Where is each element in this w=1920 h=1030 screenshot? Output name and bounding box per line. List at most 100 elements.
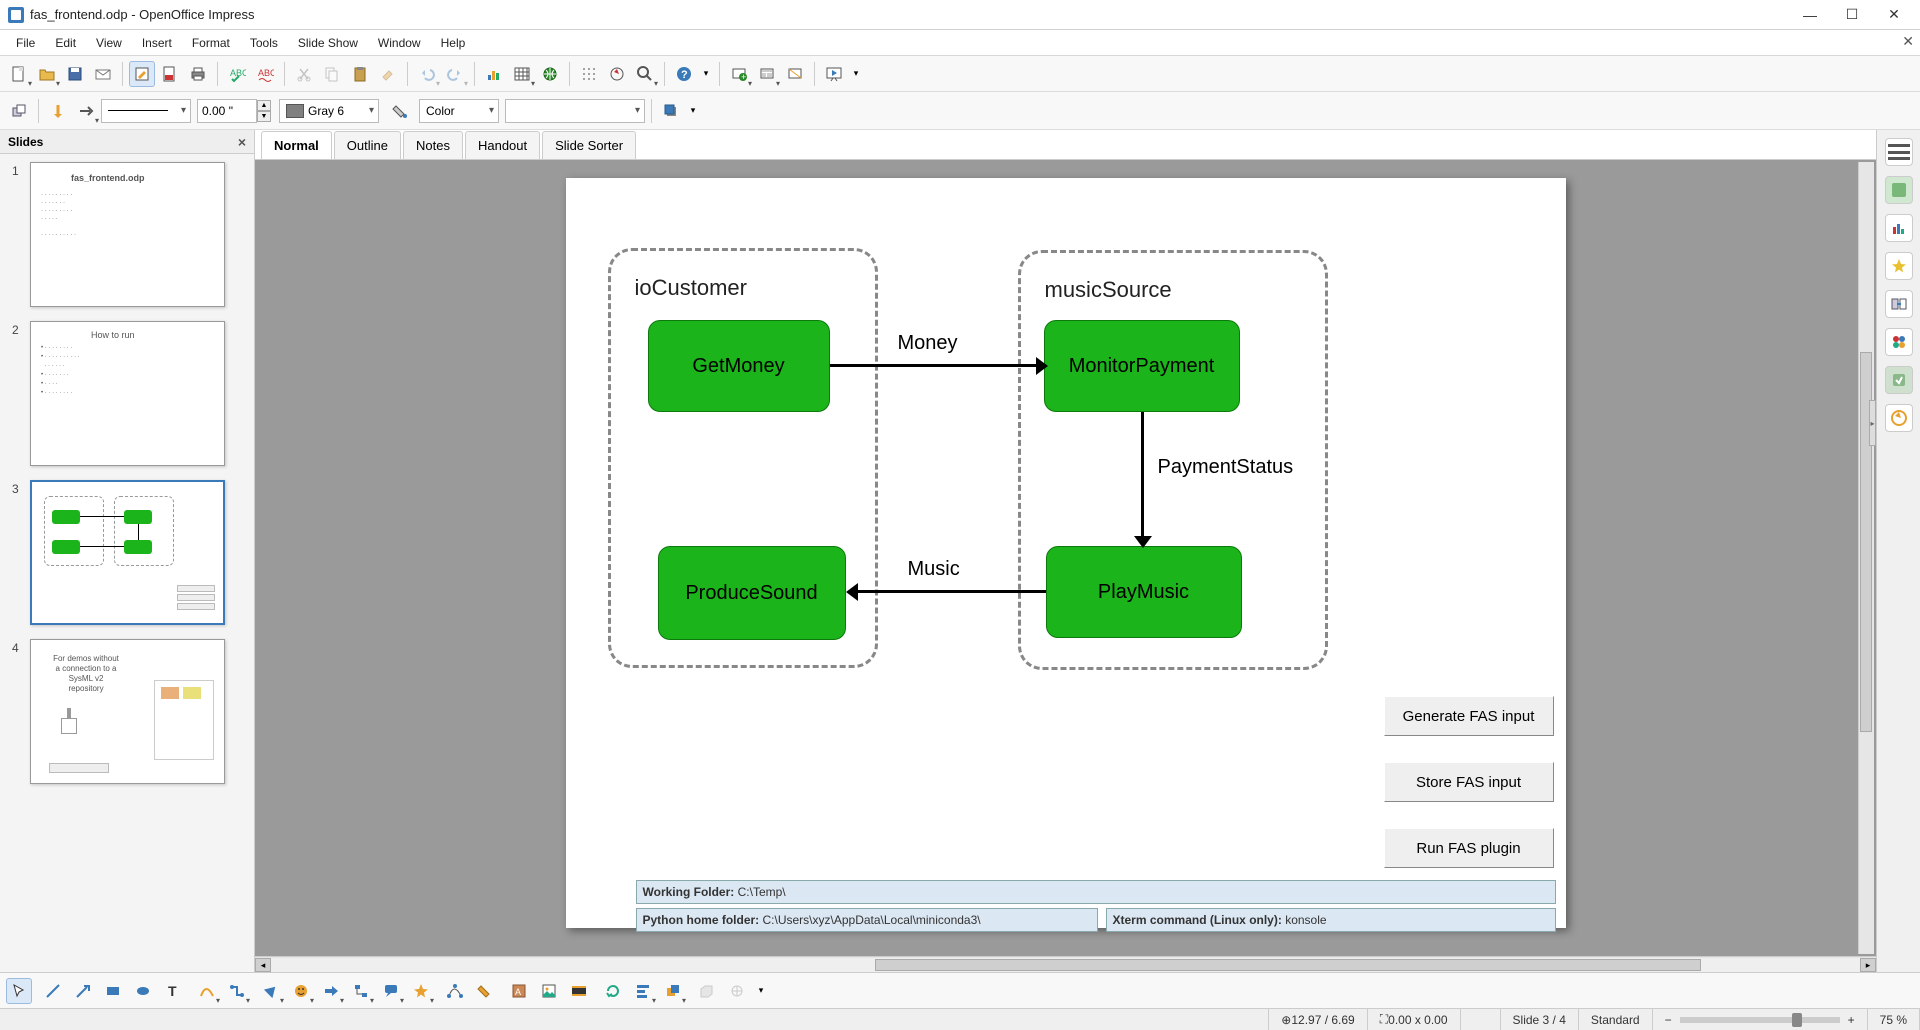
navigator-button[interactable] (604, 61, 630, 87)
email-button[interactable] (90, 61, 116, 87)
slide-thumb-1[interactable]: 1 fas_frontend.odp · · · · · · · · ·· · … (12, 162, 242, 307)
chart-button[interactable] (481, 61, 507, 87)
arrange-button[interactable] (6, 98, 32, 124)
toolbar-overflow[interactable]: ▾ (699, 61, 713, 87)
slide-design-button[interactable] (782, 61, 808, 87)
functions-button[interactable] (1885, 366, 1913, 394)
rotate-tool[interactable] (600, 978, 626, 1004)
close-slides-panel-icon[interactable]: × (238, 134, 246, 150)
slide-thumb-3[interactable]: 3 (12, 480, 242, 625)
line-style-select[interactable] (101, 99, 191, 123)
block-arrows-tool[interactable]: ▾ (318, 978, 344, 1004)
zoom-value[interactable]: 75 % (1867, 1009, 1920, 1030)
grid-button[interactable] (576, 61, 602, 87)
connector-tool[interactable]: ▾ (224, 978, 250, 1004)
print-button[interactable] (185, 61, 211, 87)
symbol-shapes-tool[interactable]: ▾ (288, 978, 314, 1004)
redo-button[interactable]: ▾ (442, 61, 468, 87)
media-tool[interactable] (566, 978, 592, 1004)
menu-view[interactable]: View (86, 32, 132, 54)
tab-notes[interactable]: Notes (403, 131, 463, 159)
copy-button[interactable] (319, 61, 345, 87)
collapse-tasks-handle[interactable]: ▸ (1869, 400, 1876, 446)
scroll-right-button[interactable]: ▸ (1860, 958, 1876, 972)
select-tool[interactable] (6, 978, 32, 1004)
format-paintbrush-button[interactable] (375, 61, 401, 87)
toolbar2-overflow[interactable]: ▾ (686, 98, 700, 124)
menu-format[interactable]: Format (182, 32, 240, 54)
arrange-tool[interactable]: ▾ (660, 978, 686, 1004)
table-button[interactable]: ▾ (509, 61, 535, 87)
edge-money[interactable] (830, 364, 1044, 367)
run-fas-button[interactable]: Run FAS plugin (1384, 828, 1554, 868)
master-pages-button[interactable] (1885, 214, 1913, 242)
fill-color-select[interactable] (505, 99, 645, 123)
arrow-tool[interactable] (70, 978, 96, 1004)
tab-normal[interactable]: Normal (261, 131, 332, 159)
extrusion-tool[interactable] (694, 978, 720, 1004)
minimize-button[interactable]: — (1798, 3, 1822, 27)
shadow-button[interactable] (658, 98, 684, 124)
close-document-icon[interactable]: ✕ (1902, 33, 1914, 50)
slide-thumb-4[interactable]: 4 For demos without a connection to a Sy… (12, 639, 242, 784)
edge-paymentstatus[interactable] (1141, 412, 1144, 542)
tab-slide-sorter[interactable]: Slide Sorter (542, 131, 636, 159)
slide-transition-button[interactable] (1885, 290, 1913, 318)
maximize-button[interactable]: ☐ (1840, 3, 1864, 27)
slide-thumb-2[interactable]: 2 How to run • · · · · · · · ·• · · · · … (12, 321, 242, 466)
node-playmusic[interactable]: PlayMusic (1046, 546, 1242, 638)
cut-button[interactable] (291, 61, 317, 87)
menu-file[interactable]: File (6, 32, 45, 54)
drawbar-overflow[interactable]: ▾ (754, 978, 768, 1004)
properties-button[interactable] (1885, 138, 1913, 166)
line-arrow-style-button[interactable]: ▾ (73, 98, 99, 124)
zoom-in-button[interactable]: + (1848, 1013, 1855, 1027)
text-tool[interactable]: T (160, 978, 186, 1004)
line-width-input[interactable] (197, 99, 257, 123)
gluepoints-tool[interactable] (472, 978, 498, 1004)
line-tool[interactable] (40, 978, 66, 1004)
tab-handout[interactable]: Handout (465, 131, 540, 159)
store-fas-button[interactable]: Store FAS input (1384, 762, 1554, 802)
undo-button[interactable]: ▾ (414, 61, 440, 87)
scroll-left-button[interactable]: ◂ (255, 958, 271, 972)
xterm-command-field[interactable]: Xterm command (Linux only): konsole (1106, 908, 1556, 932)
vertical-scrollbar[interactable] (1858, 162, 1874, 954)
navigator-sidebar-button[interactable] (1885, 404, 1913, 432)
menu-insert[interactable]: Insert (132, 32, 182, 54)
close-button[interactable]: ✕ (1882, 3, 1906, 27)
custom-animation-button[interactable] (1885, 252, 1913, 280)
menu-window[interactable]: Window (368, 32, 431, 54)
ellipse-tool[interactable] (130, 978, 156, 1004)
fill-mode-select[interactable]: Color (419, 99, 499, 123)
zoom-button[interactable]: ▾ (632, 61, 658, 87)
menu-edit[interactable]: Edit (45, 32, 86, 54)
start-slideshow-button[interactable] (821, 61, 847, 87)
open-button[interactable]: ▾ (34, 61, 60, 87)
tab-outline[interactable]: Outline (334, 131, 401, 159)
line-color-select[interactable]: Gray 6 (279, 99, 379, 123)
points-tool[interactable] (442, 978, 468, 1004)
insert-slide-button[interactable]: +▾ (726, 61, 752, 87)
horizontal-scrollbar[interactable]: ◂ ▸ (255, 956, 1876, 972)
slide-layout-button[interactable]: ▾ (754, 61, 780, 87)
canvas-viewport[interactable]: ioCustomer musicSource GetMoney MonitorP… (255, 160, 1876, 956)
working-folder-field[interactable]: Working Folder: C:\Temp\ (636, 880, 1556, 904)
paste-button[interactable] (347, 61, 373, 87)
toolbar-overflow-2[interactable]: ▾ (849, 61, 863, 87)
zoom-out-button[interactable]: − (1665, 1013, 1672, 1027)
zoom-slider[interactable] (1680, 1017, 1840, 1023)
edge-music[interactable] (856, 590, 1046, 593)
autospell-button[interactable]: ABC (252, 61, 278, 87)
rectangle-tool[interactable] (100, 978, 126, 1004)
from-file-tool[interactable] (536, 978, 562, 1004)
curve-tool[interactable]: ▾ (194, 978, 220, 1004)
menu-slideshow[interactable]: Slide Show (288, 32, 368, 54)
new-doc-button[interactable]: ▾ (6, 61, 32, 87)
help-button[interactable]: ? (671, 61, 697, 87)
save-button[interactable] (62, 61, 88, 87)
export-pdf-button[interactable] (157, 61, 183, 87)
menu-help[interactable]: Help (431, 32, 476, 54)
interaction-tool[interactable] (724, 978, 750, 1004)
flowchart-tool[interactable]: ▾ (348, 978, 374, 1004)
